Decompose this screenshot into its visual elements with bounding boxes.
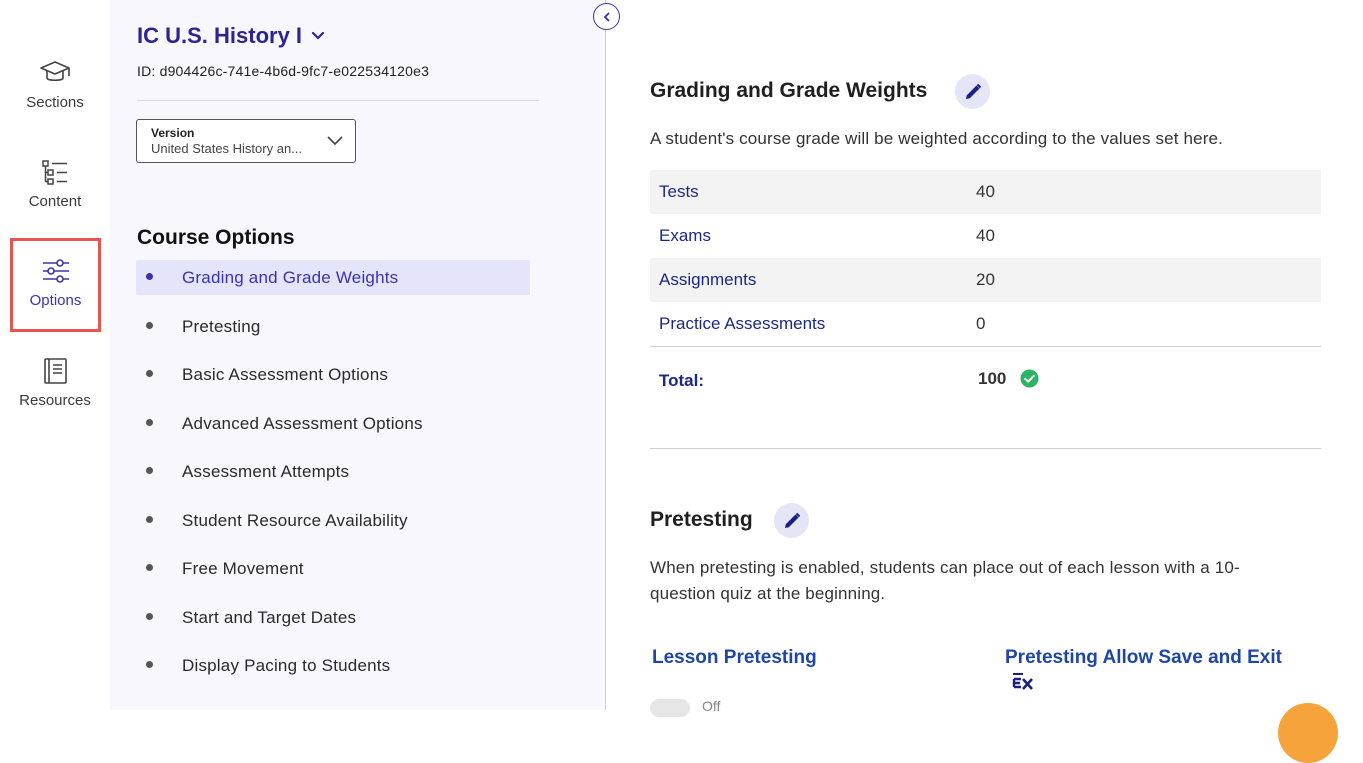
nav-divider [137,100,539,101]
pretesting-desc-line1: When pretesting is enabled, students can… [650,558,1240,577]
bullet-icon [146,273,153,280]
chevron-left-icon [603,12,609,21]
chevron-down-icon [311,31,325,40]
option-label: Basic Assessment Options [182,365,389,384]
weight-value: 0 [976,314,986,333]
course-options-heading: Course Options [137,226,295,249]
option-label: Pretesting [182,316,261,336]
pretesting-section-title: Pretesting [650,508,753,531]
option-display-pacing[interactable]: Display Pacing to Students [136,648,530,697]
option-basic-assessment[interactable]: Basic Assessment Options [136,357,530,406]
pretesting-desc-line2: question quiz at the beginning. [650,584,886,603]
version-select[interactable]: Version United States History an... [136,119,356,163]
bullet-icon [146,321,153,329]
bullet-icon [146,418,153,426]
grading-description: A student's course grade will be weighte… [650,129,1223,148]
pencil-icon [965,83,981,99]
total-label: Total: [659,371,705,390]
course-title-dropdown[interactable]: IC U.S. History I [137,23,326,49]
option-assessment-attempts[interactable]: Assessment Attempts [136,454,530,503]
weights-total-row: Total: 100 [650,346,1321,412]
bullet-icon [146,612,153,620]
table-row: Practice Assessments 0 [650,302,1321,346]
option-free-movement[interactable]: Free Movement [136,551,530,600]
weight-name: Tests [659,182,699,201]
rail-label-sections: Sections [26,94,84,111]
help-fab-button[interactable] [1278,703,1338,763]
course-id: ID: d904426c-741e-4b6d-9fc7-e022534120e3 [137,63,430,79]
pretesting-save-exit-link[interactable]: Pretesting Allow Save and Exit [1005,647,1282,669]
book-icon [44,358,67,384]
section-divider [650,448,1321,449]
tree-list-icon [42,160,67,185]
course-options-list: Grading and Grade Weights Pretesting Bas… [136,260,530,697]
grading-section-title: Grading and Grade Weights [650,79,928,102]
option-advanced-assessment[interactable]: Advanced Assessment Options [136,406,530,455]
pretesting-description: When pretesting is enabled, students can… [650,555,1240,607]
weight-value: 40 [976,182,995,201]
rail-item-content[interactable]: Content [0,157,110,247]
table-row: Exams 40 [650,214,1321,258]
rail-label-content: Content [28,193,82,210]
bullet-icon [146,564,153,571]
check-circle-icon [1020,369,1039,388]
left-rail: Sections Content Options Resources [0,0,110,710]
total-value: 100 [978,369,1007,388]
rail-item-options[interactable]: Options [10,238,101,332]
option-grading-weights[interactable]: Grading and Grade Weights [136,260,530,309]
option-label: Grading and Grade Weights [182,268,399,287]
option-label: Display Pacing to Students [182,656,391,675]
weight-name: Exams [659,226,711,245]
table-row: Assignments 20 [650,258,1321,302]
option-label: Student Resource Availability [182,510,408,530]
save-exit-icon [1012,673,1033,690]
option-pretesting[interactable]: Pretesting [136,309,530,358]
edit-pretesting-button[interactable] [774,503,809,538]
option-start-target-dates[interactable]: Start and Target Dates [136,600,530,649]
weight-value: 40 [976,226,995,245]
table-row: Tests 40 [650,170,1321,214]
course-nav-panel: IC U.S. History I ID: d904426c-741e-4b6d… [110,0,606,710]
rail-label-resources: Resources [19,392,91,409]
chevron-down-icon [327,136,343,146]
rail-item-resources[interactable]: Resources [0,356,110,446]
version-label: Version [151,126,195,140]
edit-grading-button[interactable] [955,74,990,109]
toggle-state-label: Off [702,698,721,714]
bullet-icon [146,467,153,474]
weight-name: Assignments [659,270,757,289]
weight-name: Practice Assessments [659,314,826,333]
collapse-panel-button[interactable] [593,3,620,30]
version-value: United States History an... [151,141,303,156]
lesson-pretesting-link[interactable]: Lesson Pretesting [652,647,817,669]
bullet-icon [146,661,153,668]
option-student-resource[interactable]: Student Resource Availability [136,503,530,552]
rail-item-sections[interactable]: Sections [0,58,110,148]
bullet-icon [146,515,153,523]
sliders-icon [42,259,69,283]
pencil-icon [784,512,800,528]
option-label: Start and Target Dates [182,607,357,627]
option-label: Free Movement [182,559,304,578]
course-title: IC U.S. History I [137,23,303,48]
rail-label-options: Options [29,292,82,309]
grade-weights-table: Tests 40 Exams 40 Assignments 20 Practic… [650,170,1321,346]
bullet-icon [146,370,153,377]
main-content: Grading and Grade Weights A student's co… [606,0,1363,763]
option-label: Assessment Attempts [182,462,350,481]
lesson-pretesting-toggle[interactable] [650,699,690,717]
graduation-cap-icon [40,61,70,82]
option-label: Advanced Assessment Options [182,413,423,433]
weight-value: 20 [976,270,995,289]
